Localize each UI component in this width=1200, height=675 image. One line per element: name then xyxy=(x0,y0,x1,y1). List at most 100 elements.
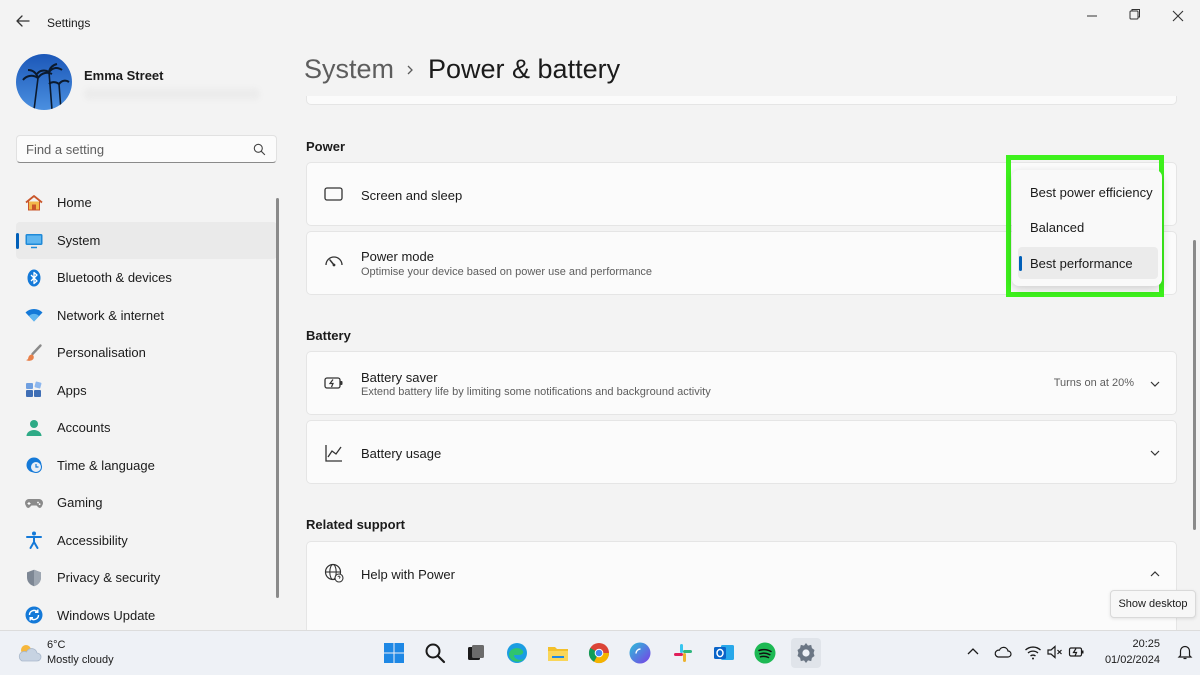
search-icon[interactable] xyxy=(253,143,266,156)
speaker-muted-icon[interactable] xyxy=(1046,643,1064,661)
task-view-button[interactable] xyxy=(461,638,491,668)
taskbar-slack[interactable] xyxy=(668,638,698,668)
close-icon[interactable] xyxy=(1158,6,1198,26)
taskbar-search-button[interactable] xyxy=(420,638,450,668)
section-heading-related-support: Related support xyxy=(306,517,405,532)
sidebar-item-home[interactable]: Home xyxy=(16,184,277,222)
selection-indicator xyxy=(1019,256,1022,271)
search-icon xyxy=(425,643,446,664)
battery-saver-description: Extend battery life by limiting some not… xyxy=(361,386,711,398)
power-mode-icon xyxy=(325,256,343,267)
power-mode-dropdown: Best power efficiency Balanced Best perf… xyxy=(1012,170,1162,286)
battery-saver-card[interactable]: Battery saver Extend battery life by lim… xyxy=(306,351,1177,415)
sidebar-item-privacy-security[interactable]: Privacy & security xyxy=(16,559,277,597)
task-view-icon xyxy=(468,645,484,660)
sidebar-scrollbar[interactable] xyxy=(276,198,279,598)
chrome-icon xyxy=(588,643,610,664)
taskbar-file-explorer[interactable] xyxy=(543,638,573,668)
accessibility-icon xyxy=(24,530,44,550)
dropdown-option-best-performance[interactable]: Best performance xyxy=(1018,247,1158,279)
dropdown-option-balanced[interactable]: Balanced xyxy=(1018,211,1158,243)
update-icon xyxy=(24,605,44,625)
dropdown-option-best-power-efficiency[interactable]: Best power efficiency xyxy=(1018,176,1158,208)
sidebar-item-accessibility[interactable]: Accessibility xyxy=(16,522,277,560)
battery-saver-title: Battery saver xyxy=(361,370,438,385)
search-input[interactable] xyxy=(26,142,236,157)
notification-bell-icon[interactable] xyxy=(1176,643,1194,661)
chevron-down-icon[interactable] xyxy=(1148,377,1162,391)
gear-icon xyxy=(797,643,815,663)
show-desktop-tooltip: Show desktop xyxy=(1110,590,1196,618)
folder-icon xyxy=(548,647,568,661)
onedrive-cloud-icon[interactable] xyxy=(994,643,1012,661)
taskbar-outlook[interactable] xyxy=(709,638,739,668)
weather-temperature: 6°C xyxy=(47,639,66,651)
restore-icon[interactable] xyxy=(1114,6,1154,26)
breadcrumb-parent[interactable]: System xyxy=(304,54,394,85)
sidebar-item-accounts[interactable]: Accounts xyxy=(16,409,277,447)
user-email-blurred xyxy=(84,88,260,100)
user-name: Emma Street xyxy=(84,68,164,83)
screen-sleep-icon xyxy=(324,187,343,201)
power-mode-description: Optimise your device based on power use … xyxy=(361,266,653,278)
clock-time[interactable]: 20:25 xyxy=(1098,638,1160,650)
chevron-up-icon[interactable] xyxy=(964,643,982,661)
page-title: Power & battery xyxy=(428,54,621,84)
wifi-icon xyxy=(24,305,44,325)
title-bar: Settings xyxy=(0,0,1200,44)
taskbar: 6°C Mostly cloudy 20:25 01/02/2024 xyxy=(0,630,1200,675)
chart-line-icon xyxy=(325,445,342,462)
taskbar-spotify[interactable] xyxy=(750,638,780,668)
screen-sleep-title: Screen and sleep xyxy=(361,188,463,203)
canva-icon xyxy=(629,642,651,664)
weather-cloud-sun-icon[interactable] xyxy=(15,641,43,665)
sidebar-nav: Home System Bluetooth & devices Network … xyxy=(16,184,277,634)
shield-icon xyxy=(24,568,44,588)
bluetooth-icon xyxy=(24,268,44,288)
sidebar-item-gaming[interactable]: Gaming xyxy=(16,484,277,522)
spotify-icon xyxy=(754,642,776,664)
battery-usage-title: Battery usage xyxy=(361,446,442,461)
battery-saver-status: Turns on at 20% xyxy=(1053,377,1134,389)
clock-date[interactable]: 01/02/2024 xyxy=(1098,654,1160,666)
minimize-icon[interactable] xyxy=(1072,6,1112,26)
avatar[interactable] xyxy=(16,54,72,110)
sidebar-item-windows-update[interactable]: Windows Update xyxy=(16,597,277,635)
taskbar-edge[interactable] xyxy=(502,638,532,668)
sidebar-item-personalisation[interactable]: Personalisation xyxy=(16,334,277,372)
edge-icon xyxy=(507,643,527,663)
sidebar-item-time-language[interactable]: Time & language xyxy=(16,447,277,485)
battery-charging-icon[interactable] xyxy=(1068,643,1086,661)
app-title: Settings xyxy=(47,16,91,30)
battery-usage-card[interactable]: Battery usage xyxy=(306,420,1177,484)
taskbar-settings[interactable] xyxy=(791,638,821,668)
help-with-power-title: Help with Power xyxy=(361,567,455,582)
sidebar-item-apps[interactable]: Apps xyxy=(16,372,277,410)
selection-indicator xyxy=(16,232,19,249)
taskbar-canva[interactable] xyxy=(625,638,655,668)
taskbar-chrome[interactable] xyxy=(584,638,614,668)
card-top-stub xyxy=(306,96,1177,105)
person-icon xyxy=(24,418,44,438)
monitor-icon xyxy=(24,230,44,250)
main-scrollbar[interactable] xyxy=(1193,240,1196,530)
chevron-right-icon xyxy=(407,65,413,75)
back-arrow-icon[interactable] xyxy=(12,10,34,32)
globe-help-icon xyxy=(324,563,344,583)
help-with-power-card[interactable]: Help with Power xyxy=(306,541,1177,605)
start-button[interactable] xyxy=(379,638,409,668)
wifi-icon[interactable] xyxy=(1024,643,1042,661)
slack-icon xyxy=(674,644,692,662)
search-box[interactable] xyxy=(16,135,277,163)
chevron-down-icon[interactable] xyxy=(1148,446,1162,460)
sidebar-item-bluetooth[interactable]: Bluetooth & devices xyxy=(16,259,277,297)
power-mode-title: Power mode xyxy=(361,249,434,264)
sidebar-item-network[interactable]: Network & internet xyxy=(16,297,277,335)
windows-logo-icon xyxy=(384,643,404,663)
sidebar-item-system[interactable]: System xyxy=(16,221,277,259)
apps-icon xyxy=(24,380,44,400)
outlook-icon xyxy=(714,645,734,660)
brush-icon xyxy=(24,343,44,363)
battery-saver-icon xyxy=(324,377,343,389)
chevron-up-icon[interactable] xyxy=(1148,567,1162,581)
